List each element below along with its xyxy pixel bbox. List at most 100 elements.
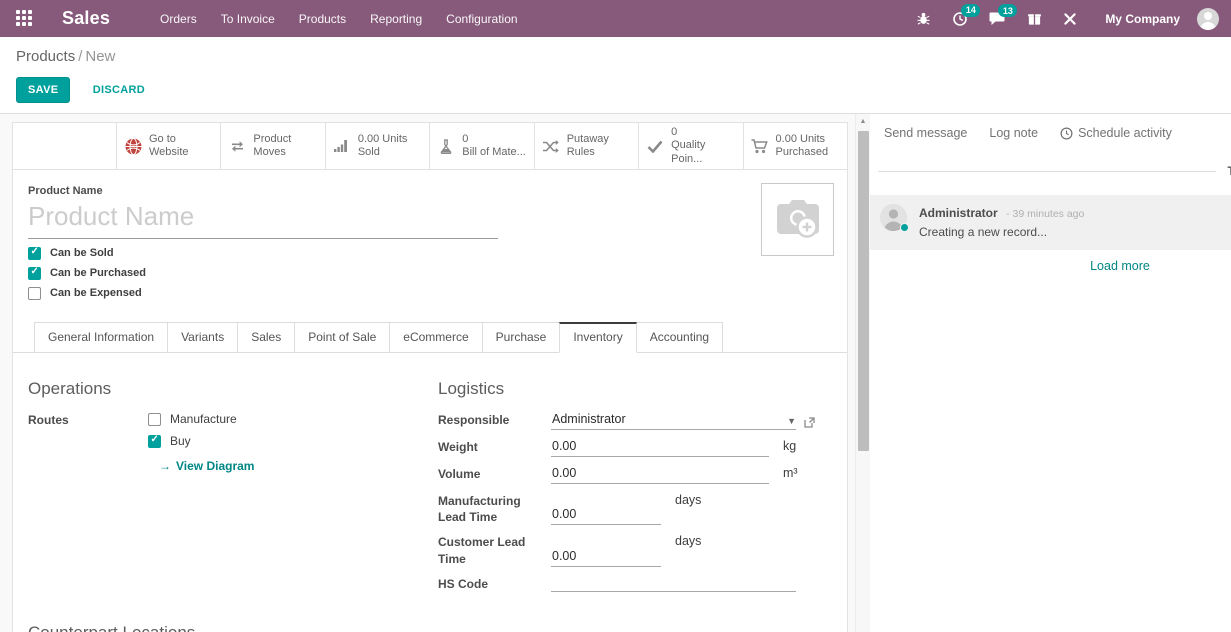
- form-view: Go toWebsite ProductMoves 0.00 UnitsSold: [0, 114, 870, 632]
- hs-code-field[interactable]: [551, 576, 796, 592]
- volume-unit: m³: [783, 466, 798, 484]
- weight-field[interactable]: 0.00: [551, 439, 769, 457]
- menu-configuration[interactable]: Configuration: [436, 2, 527, 36]
- save-button[interactable]: SAVE: [16, 77, 70, 103]
- units-purchased-button[interactable]: 0.00 UnitsPurchased: [743, 123, 847, 169]
- messages-icon[interactable]: 13: [982, 7, 1013, 30]
- menu-orders[interactable]: Orders: [150, 2, 207, 36]
- activity-count-badge: 14: [961, 4, 980, 17]
- gift-icon[interactable]: [1020, 7, 1049, 30]
- customer-lead-time-field[interactable]: 0.00: [551, 534, 661, 566]
- tab-general-information[interactable]: General Information: [34, 322, 168, 353]
- company-switcher[interactable]: My Company: [1105, 12, 1180, 26]
- manufacturing-lead-time-field[interactable]: 0.00: [551, 493, 661, 525]
- counterpart-locations-heading: Counterpart Locations: [28, 623, 832, 632]
- external-link-icon[interactable]: [804, 412, 815, 430]
- tab-sales[interactable]: Sales: [237, 322, 295, 353]
- checkbox-checked-icon: [28, 267, 41, 280]
- user-avatar[interactable]: [1197, 8, 1219, 30]
- tab-purchase[interactable]: Purchase: [482, 322, 561, 353]
- checkbox-empty-icon: [28, 287, 41, 300]
- control-panel: Products/New SAVE DISCARD: [0, 37, 1231, 114]
- load-more-link[interactable]: Load more: [870, 259, 1231, 273]
- breadcrumb-separator: /: [78, 48, 82, 65]
- message-count-badge: 13: [998, 4, 1017, 17]
- schedule-activity-button[interactable]: Schedule activity: [1060, 126, 1172, 140]
- hs-code-label: HS Code: [438, 576, 551, 592]
- scrollbar-thumb[interactable]: [858, 131, 869, 451]
- clock-icon: [1060, 127, 1073, 140]
- quality-points-button[interactable]: 0Quality Poin...: [638, 123, 742, 169]
- can-be-purchased-checkbox[interactable]: Can be Purchased: [28, 266, 832, 280]
- logistics-heading: Logistics: [438, 379, 832, 399]
- operations-heading: Operations: [28, 379, 438, 399]
- tools-icon[interactable]: [1056, 8, 1084, 30]
- breadcrumb: Products/New: [16, 48, 1215, 65]
- customer-lead-time-label: Customer Lead Time: [438, 534, 551, 566]
- go-to-website-button[interactable]: Go toWebsite: [116, 123, 220, 169]
- top-navbar: Sales Orders To Invoice Products Reporti…: [0, 0, 1231, 37]
- tab-variants[interactable]: Variants: [167, 322, 238, 353]
- globe-icon: [124, 138, 142, 155]
- menu-products[interactable]: Products: [289, 2, 356, 36]
- view-diagram-link[interactable]: → View Diagram: [159, 459, 254, 473]
- route-buy-checkbox[interactable]: Buy: [148, 434, 254, 448]
- form-sheet: Go toWebsite ProductMoves 0.00 UnitsSold: [12, 122, 848, 632]
- cart-icon: [751, 139, 769, 154]
- stat-button-box: Go toWebsite ProductMoves 0.00 UnitsSold: [13, 123, 847, 170]
- putaway-rules-button[interactable]: PutawayRules: [534, 123, 638, 169]
- date-divider-label: Today: [1228, 164, 1231, 178]
- chatter-message: Administrator - 39 minutes ago Creating …: [870, 195, 1231, 250]
- message-timestamp: - 39 minutes ago: [1006, 208, 1084, 220]
- product-name-input[interactable]: [28, 199, 498, 239]
- tab-point-of-sale[interactable]: Point of Sale: [294, 322, 390, 353]
- log-note-button[interactable]: Log note: [989, 126, 1038, 140]
- units-sold-button[interactable]: 0.00 UnitsSold: [325, 123, 429, 169]
- weight-unit: kg: [783, 439, 796, 457]
- chevron-down-icon[interactable]: ▼: [787, 416, 796, 426]
- transfer-arrows-icon: [228, 140, 246, 153]
- breadcrumb-products[interactable]: Products: [16, 48, 75, 65]
- customer-lead-time-unit: days: [675, 534, 701, 566]
- date-divider: Today: [870, 164, 1231, 178]
- apps-menu-icon[interactable]: [16, 10, 34, 28]
- breadcrumb-current: New: [85, 48, 115, 65]
- product-image-upload[interactable]: [761, 183, 834, 256]
- menu-to-invoice[interactable]: To Invoice: [211, 2, 285, 36]
- manufacturing-lead-time-unit: days: [675, 493, 701, 525]
- can-be-expensed-checkbox[interactable]: Can be Expensed: [28, 286, 832, 300]
- responsible-field[interactable]: Administrator ▼: [551, 412, 796, 430]
- message-author: Administrator: [919, 206, 998, 220]
- notebook-tabs: General Information Variants Sales Point…: [13, 322, 847, 353]
- app-menu: Orders To Invoice Products Reporting Con…: [150, 2, 528, 36]
- route-manufacture-checkbox[interactable]: Manufacture: [148, 412, 254, 426]
- bar-chart-icon: [333, 139, 351, 153]
- product-name-label: Product Name: [28, 185, 832, 197]
- arrow-right-icon: →: [159, 459, 171, 473]
- volume-label: Volume: [438, 466, 551, 484]
- menu-reporting[interactable]: Reporting: [360, 2, 432, 36]
- can-be-sold-checkbox[interactable]: Can be Sold: [28, 246, 832, 260]
- manufacturing-lead-time-label: Manufacturing Lead Time: [438, 493, 551, 525]
- product-moves-button[interactable]: ProductMoves: [220, 123, 324, 169]
- vertical-scrollbar[interactable]: ▲: [855, 114, 870, 632]
- bug-icon[interactable]: [909, 7, 938, 30]
- bill-of-materials-button[interactable]: 0Bill of Mate...: [429, 123, 533, 169]
- volume-field[interactable]: 0.00: [551, 466, 769, 484]
- activities-icon[interactable]: 14: [945, 7, 975, 31]
- check-icon: [646, 140, 664, 153]
- discard-button[interactable]: DISCARD: [81, 78, 157, 102]
- message-body: Creating a new record...: [919, 225, 1084, 239]
- send-message-button[interactable]: Send message: [884, 126, 967, 140]
- chatter-panel: Send message Log note Schedule activity …: [870, 114, 1231, 632]
- tab-inventory[interactable]: Inventory: [559, 322, 636, 353]
- tab-accounting[interactable]: Accounting: [636, 322, 723, 353]
- weight-label: Weight: [438, 439, 551, 457]
- tab-ecommerce[interactable]: eCommerce: [389, 322, 482, 353]
- checkbox-checked-icon: [28, 247, 41, 260]
- online-status-dot: [900, 223, 909, 232]
- shuffle-icon: [542, 140, 560, 153]
- camera-plus-icon: [772, 198, 824, 242]
- scroll-up-icon[interactable]: ▲: [856, 114, 870, 129]
- app-brand[interactable]: Sales: [62, 8, 110, 29]
